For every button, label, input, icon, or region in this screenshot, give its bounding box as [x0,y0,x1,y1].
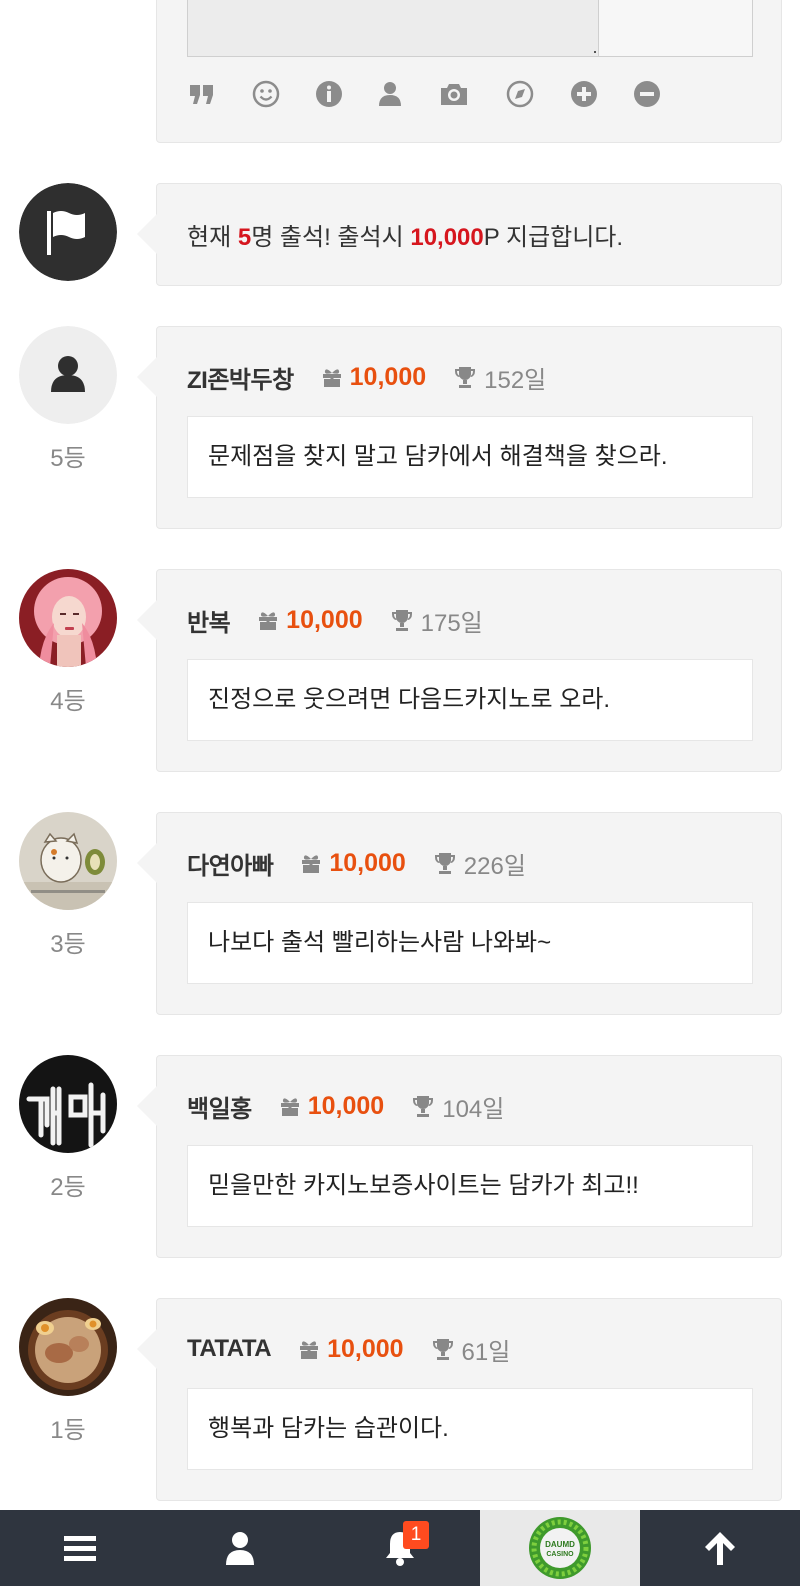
attendance-entry: TATATA 10,000 61일 행복과 담카는 습관이다. [137,1298,782,1501]
username[interactable]: ZI존박두창 [187,360,294,395]
attendance-entry: ZI존박두창 10,000 152일 문제점을 찾지 말고 담카에서 해결책을 … [137,326,782,529]
username[interactable]: 백일홍 [187,1089,252,1124]
points-value: 10,000 [349,362,427,391]
attendance-entry: 백일홍 10,000 104일 믿을만한 카지노보증사이트는 담카가 최고!! [137,1055,782,1258]
username[interactable]: 다연아빠 [187,846,274,881]
profile-button[interactable] [160,1510,320,1586]
gift-icon [280,1098,299,1116]
trophy-icon [391,610,412,631]
flag-avatar [19,183,117,281]
neon-sign-image [19,1055,117,1153]
attendance-days: 226일 [463,852,526,880]
avatar-default[interactable] [19,326,117,424]
rank-label: 3등 [50,931,86,958]
user-icon [226,1532,254,1565]
attendance-days: 61일 [461,1338,511,1366]
comment-editor [156,0,782,143]
rank-label: 1등 [50,1417,86,1444]
notifications-button[interactable]: 1 [320,1510,480,1586]
rank-label: 4등 [50,688,86,715]
flag-icon [19,183,117,281]
trophy-icon [432,1339,453,1360]
gift-icon [322,369,341,387]
attendance-message: 진정으로 웃으려면 다음드카지노로 오라. [187,659,753,741]
entry-meta: TATATA 10,000 61일 [187,1332,510,1366]
entry-meta: 반복 10,000 175일 [187,603,483,637]
attendance-entry: 다연아빠 10,000 226일 나보다 출석 빨리하는사람 나와봐~ [137,812,782,1015]
minus-circle-icon[interactable] [632,79,662,109]
notice-text: 현재 5명 출석! 출석시 10,000P 지급합니다. [187,224,624,251]
site-logo-button[interactable]: DAUMD CASINO [480,1510,640,1586]
points-value: 10,000 [327,1334,404,1363]
portrait-image [19,569,117,667]
scroll-top-button[interactable] [640,1510,800,1586]
attendance-notice: 현재 5명 출석! 출석시 10,000P 지급합니다. [137,183,782,286]
site-logo: DAUMD CASINO [529,1517,591,1579]
trophy-icon [434,853,455,874]
attendance-days: 152일 [484,366,547,394]
attendance-message: 나보다 출석 빨리하는사람 나와봐~ [187,902,753,984]
points-value: 10,000 [307,1091,385,1120]
gift-icon [259,612,278,630]
entry-meta: ZI존박두창 10,000 152일 [187,360,546,394]
attendance-message: 문제점을 찾지 말고 담카에서 해결책을 찾으라. [187,416,753,498]
trophy-icon [413,1096,434,1117]
avatar-photo[interactable] [19,1298,117,1396]
gift-icon [302,855,321,873]
entry-meta: 다연아빠 10,000 226일 [187,846,526,880]
menu-icon [64,1536,96,1561]
quote-icon[interactable] [187,79,217,109]
bottom-nav: 1 DAUMD CASINO [0,1510,800,1586]
plus-circle-icon[interactable] [569,79,599,109]
arrow-up-icon [705,1532,735,1565]
attendance-message: 믿을만한 카지노보증사이트는 담카가 최고!! [187,1145,753,1227]
attendance-message: 행복과 담카는 습관이다. [187,1388,753,1470]
username[interactable]: 반복 [187,603,231,638]
logo-text-casino: CASINO [546,1551,574,1558]
points-value: 10,000 [286,605,363,634]
avatar-photo[interactable] [19,1055,117,1153]
compass-icon[interactable] [505,79,535,109]
camera-icon[interactable] [439,79,469,109]
user-icon[interactable] [375,79,405,109]
attendance-days: 175일 [420,609,483,637]
username[interactable]: TATATA [187,1335,272,1363]
attendance-days: 104일 [442,1095,505,1123]
notification-badge: 1 [403,1521,429,1549]
comment-textarea[interactable] [187,0,753,57]
trophy-icon [455,367,476,388]
rank-label: 2등 [50,1174,86,1201]
points-value: 10,000 [329,848,406,877]
info-icon[interactable] [314,79,344,109]
menu-button[interactable] [0,1510,160,1586]
attendance-entry: 반복 10,000 175일 진정으로 웃으려면 다음드카지노로 오라. [137,569,782,772]
entry-meta: 백일홍 10,000 104일 [187,1089,504,1123]
avatar-photo[interactable] [19,812,117,910]
gift-icon [300,1341,319,1359]
food-image [19,1298,117,1396]
logo-text-daumd: DAUMD [545,1540,575,1549]
user-icon [19,326,117,424]
resize-handle[interactable] [594,51,596,53]
avatar-photo[interactable] [19,569,117,667]
submit-area[interactable] [598,0,752,56]
rank-label: 5등 [50,445,86,472]
cartoon-image [19,812,117,910]
smile-icon[interactable] [251,79,281,109]
